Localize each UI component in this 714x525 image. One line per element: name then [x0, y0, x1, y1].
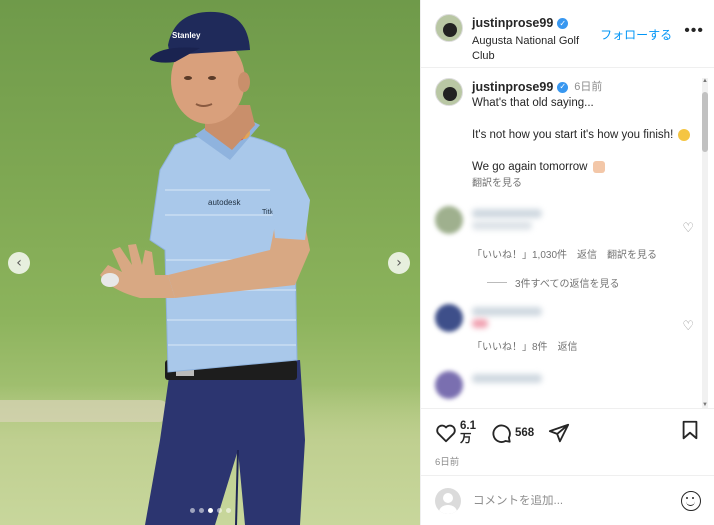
caption-avatar[interactable]: [435, 78, 463, 106]
grimace-emoji-icon: [678, 128, 691, 141]
blurred-username: [472, 209, 542, 218]
save-button[interactable]: [679, 419, 701, 446]
carousel-dot: [225, 508, 231, 513]
fist-emoji-icon: [592, 160, 605, 173]
more-options-icon[interactable]: •••: [684, 22, 704, 40]
scrollbar-thumb[interactable]: [702, 92, 708, 152]
comment-likes-count[interactable]: 「いいね！」8件: [472, 338, 548, 353]
svg-text:Stanley: Stanley: [172, 31, 201, 40]
carousel-dot: [216, 508, 222, 513]
commenter-avatar[interactable]: [435, 206, 463, 234]
carousel-dot: [189, 508, 195, 513]
reply-button[interactable]: 返信: [558, 338, 578, 353]
comment-count: 568: [515, 426, 535, 439]
reply-button[interactable]: 返信: [577, 246, 597, 261]
caption-text: What's that old saying... It's not how yo…: [472, 95, 691, 175]
caption-time: 6日前: [574, 81, 603, 93]
scroll-up-arrow-icon[interactable]: ▲: [701, 78, 709, 84]
comments-scrollbar[interactable]: ▲ ▼: [702, 78, 708, 408]
carousel-dot: [207, 508, 213, 513]
blurred-username: [472, 374, 542, 383]
svg-text:autodesk: autodesk: [208, 198, 241, 207]
caption: justinprose99 ✓ 6日前 What's that old sayi…: [435, 78, 694, 192]
view-replies-link[interactable]: 3件すべての返信を見る: [487, 275, 694, 290]
verified-badge-icon: ✓: [557, 81, 569, 93]
translate-link[interactable]: 翻訳を見る: [607, 246, 657, 261]
carousel-dots: [0, 508, 420, 513]
current-user-avatar-icon: [435, 487, 461, 514]
location-link[interactable]: Augusta National Golf Club: [472, 34, 590, 64]
post-header: justinprose99 ✓ Augusta National Golf Cl…: [421, 0, 714, 68]
paper-plane-icon: [549, 423, 570, 442]
post-photo: autodesk Titleist Stanley ‹ ›: [0, 0, 420, 525]
golfer-figure: autodesk Titleist Stanley: [100, 11, 310, 525]
verified-badge-icon: ✓: [557, 17, 569, 29]
caption-username[interactable]: justinprose99: [472, 79, 553, 95]
previous-slide-button[interactable]: ‹: [8, 252, 30, 274]
post-side-panel: justinprose99 ✓ Augusta National Golf Cl…: [420, 0, 714, 525]
blurred-username: [472, 307, 542, 316]
bookmark-icon: [682, 420, 698, 440]
like-button[interactable]: 6.1 万: [435, 420, 476, 446]
comment-bubble-icon: [492, 424, 511, 443]
comment-item: 「いいね！」1,030件 返信 翻訳を見る ♡: [435, 206, 694, 261]
comment-item: [435, 371, 694, 399]
follow-button[interactable]: フォローする: [600, 26, 672, 43]
translate-link[interactable]: 翻訳を見る: [472, 176, 690, 192]
blurred-comment-text: [472, 319, 488, 328]
author-username[interactable]: justinprose99: [472, 16, 553, 30]
comment-button[interactable]: 568: [490, 422, 534, 444]
comment-item: 「いいね！」8件 返信 ♡: [435, 304, 694, 353]
like-count: 6.1 万: [460, 419, 476, 445]
post-dialog: autodesk Titleist Stanley ‹ › justinpros…: [0, 0, 714, 525]
comment-input[interactable]: [473, 494, 681, 507]
comment-composer: [421, 475, 714, 525]
comment-likes-count[interactable]: 「いいね！」1,030件: [472, 246, 567, 261]
share-button[interactable]: [548, 422, 570, 444]
commenter-avatar[interactable]: [435, 304, 463, 332]
blurred-comment-text: [472, 221, 532, 230]
comment-like-heart-icon[interactable]: ♡: [682, 318, 694, 334]
comment-like-heart-icon[interactable]: ♡: [682, 220, 694, 236]
next-slide-button[interactable]: ›: [388, 252, 410, 274]
commenter-avatar[interactable]: [435, 371, 463, 399]
carousel-dot: [198, 508, 204, 513]
comments-scroll-area[interactable]: justinprose99 ✓ 6日前 What's that old sayi…: [421, 68, 714, 408]
post-actions-bar: 6.1 万 568 6日前: [421, 408, 714, 468]
post-timestamp: 6日前: [435, 457, 460, 468]
heart-icon: [436, 424, 456, 442]
author-avatar[interactable]: [435, 14, 463, 42]
emoji-picker-icon[interactable]: [681, 490, 701, 511]
